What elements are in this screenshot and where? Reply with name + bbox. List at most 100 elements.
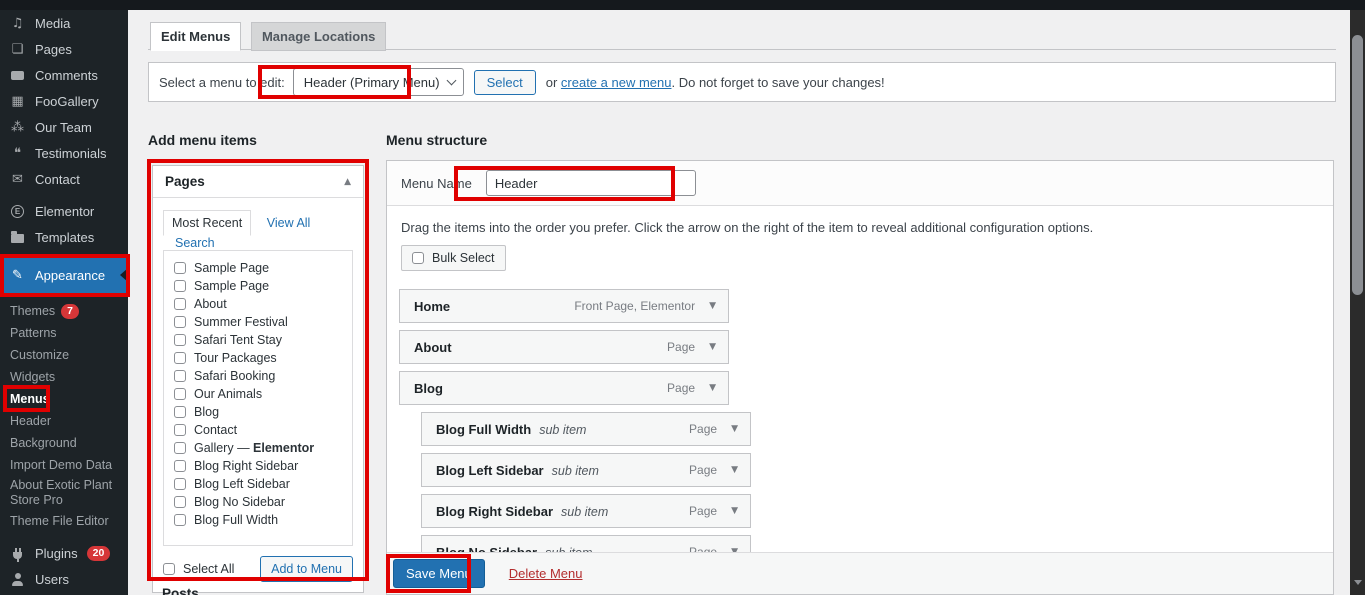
- page-checkbox-item[interactable]: Gallery — Elementor: [164, 439, 352, 457]
- menu-select-dropdown[interactable]: Header (Primary Menu): [293, 68, 464, 96]
- submenu-item-menus[interactable]: Menus: [0, 388, 128, 410]
- menu-item-row-about[interactable]: About Page▼: [399, 330, 729, 364]
- create-new-menu-link[interactable]: create a new menu: [561, 75, 672, 90]
- quote-icon: ❝: [9, 146, 26, 161]
- page-checkbox-item[interactable]: Blog No Sidebar: [164, 493, 352, 511]
- menu-name-input[interactable]: [486, 170, 696, 196]
- sidebar-item-appearance[interactable]: ✎ Appearance: [0, 256, 128, 294]
- select-button[interactable]: Select: [474, 70, 536, 95]
- chevron-down-icon[interactable]: ▼: [731, 424, 738, 434]
- submenu-item-widgets[interactable]: Widgets: [0, 366, 128, 388]
- checkbox[interactable]: [174, 280, 186, 292]
- comments-icon: [9, 71, 26, 80]
- save-menu-button[interactable]: Save Menu: [393, 559, 485, 588]
- item-type-label: Page: [689, 422, 717, 436]
- gallery-icon: ▦: [9, 94, 26, 109]
- sidebar-item-foogallery[interactable]: ▦ FooGallery: [0, 88, 128, 114]
- collapse-arrow-icon[interactable]: ▲: [344, 177, 351, 187]
- bulk-select-control[interactable]: Bulk Select: [401, 245, 506, 271]
- checkbox[interactable]: [174, 442, 186, 454]
- sidebar-item-label: Pages: [35, 42, 72, 57]
- checkbox[interactable]: [174, 496, 186, 508]
- checkbox[interactable]: [174, 388, 186, 400]
- scrollbar-thumb[interactable]: [1352, 35, 1363, 295]
- delete-menu-link[interactable]: Delete Menu: [509, 566, 583, 581]
- submenu-item-background[interactable]: Background: [0, 432, 128, 454]
- submenu-item-patterns[interactable]: Patterns: [0, 322, 128, 344]
- checkbox[interactable]: [163, 563, 175, 575]
- submenu-item-import-demo-data[interactable]: Import Demo Data: [0, 454, 128, 476]
- pages-accordion-header[interactable]: Pages ▲: [153, 166, 363, 198]
- update-count-badge: 20: [87, 546, 111, 561]
- sidebar-item-comments[interactable]: Comments: [0, 62, 128, 88]
- chevron-down-icon[interactable]: ▼: [709, 342, 716, 352]
- sidebar-item-contact[interactable]: ✉ Contact: [0, 166, 128, 192]
- checkbox[interactable]: [174, 262, 186, 274]
- page-checkbox-item[interactable]: Safari Booking: [164, 367, 352, 385]
- tab-manage-locations[interactable]: Manage Locations: [251, 22, 386, 51]
- checkbox[interactable]: [174, 334, 186, 346]
- pages-panel-body: Most Recent View All Search Sample Page …: [153, 210, 363, 592]
- checkbox[interactable]: [174, 460, 186, 472]
- sidebar-item-label: FooGallery: [35, 94, 99, 109]
- sidebar-item-users[interactable]: Users: [0, 566, 128, 592]
- checkbox[interactable]: [174, 514, 186, 526]
- menu-item-row-blog-right-sidebar[interactable]: Blog Right Sidebarsub item Page▼: [421, 494, 751, 528]
- menu-item-row-home[interactable]: Home Front Page, Elementor▼: [399, 289, 729, 323]
- checkbox[interactable]: [412, 252, 424, 264]
- page-checkbox-item[interactable]: Contact: [164, 421, 352, 439]
- sidebar-item-pages[interactable]: ❏ Pages: [0, 36, 128, 62]
- tab-edit-menus[interactable]: Edit Menus: [150, 22, 241, 51]
- checkbox[interactable]: [174, 370, 186, 382]
- checkbox[interactable]: [174, 298, 186, 310]
- page-checkbox-item[interactable]: Our Animals: [164, 385, 352, 403]
- page-checkbox-item[interactable]: Summer Festival: [164, 313, 352, 331]
- sidebar-item-media[interactable]: ♫ Media: [0, 10, 128, 36]
- sidebar-item-testimonials[interactable]: ❝ Testimonials: [0, 140, 128, 166]
- page-checkbox-item[interactable]: Blog Full Width: [164, 511, 352, 529]
- chevron-down-icon[interactable]: ▼: [731, 506, 738, 516]
- media-icon: ♫: [9, 16, 26, 31]
- chevron-down-icon[interactable]: ▼: [709, 301, 716, 311]
- chevron-down-icon: [446, 75, 456, 85]
- sidebar-item-templates[interactable]: Templates: [0, 224, 128, 250]
- menu-item-row-blog-full-width[interactable]: Blog Full Widthsub item Page▼: [421, 412, 751, 446]
- page-checkbox-item[interactable]: Sample Page: [164, 259, 352, 277]
- tab-most-recent[interactable]: Most Recent: [163, 210, 251, 236]
- page-checkbox-item[interactable]: Blog Left Sidebar: [164, 475, 352, 493]
- submenu-item-themes[interactable]: Themes7: [0, 300, 128, 322]
- checkbox[interactable]: [174, 406, 186, 418]
- page-checkbox-item[interactable]: About: [164, 295, 352, 313]
- chevron-down-icon[interactable]: ▼: [709, 383, 716, 393]
- page-checkbox-item[interactable]: Safari Tent Stay: [164, 331, 352, 349]
- checkbox[interactable]: [174, 352, 186, 364]
- scrollbar-track[interactable]: [1350, 10, 1365, 595]
- submenu-item-header[interactable]: Header: [0, 410, 128, 432]
- appearance-submenu: Themes7 Patterns Customize Widgets Menus…: [0, 294, 128, 540]
- checkbox[interactable]: [174, 424, 186, 436]
- page-checkbox-list: Sample Page Sample Page About Summer Fes…: [163, 250, 353, 546]
- submenu-item-about-theme[interactable]: About Exotic Plant Store Pro: [0, 476, 118, 510]
- menu-item-row-blog-left-sidebar[interactable]: Blog Left Sidebarsub item Page▼: [421, 453, 751, 487]
- submenu-item-customize[interactable]: Customize: [0, 344, 128, 366]
- scrollbar-down-arrow-icon[interactable]: [1354, 580, 1362, 589]
- chevron-down-icon[interactable]: ▼: [731, 465, 738, 475]
- checkbox[interactable]: [174, 478, 186, 490]
- checkbox[interactable]: [174, 316, 186, 328]
- sidebar-item-label: Contact: [35, 172, 80, 187]
- page-checkbox-item[interactable]: Blog Right Sidebar: [164, 457, 352, 475]
- select-all-control[interactable]: Select All: [163, 562, 234, 576]
- page-checkbox-item[interactable]: Sample Page: [164, 277, 352, 295]
- submenu-item-theme-file-editor[interactable]: Theme File Editor: [0, 510, 128, 532]
- tab-search[interactable]: Search: [175, 236, 215, 250]
- menu-item-row-blog[interactable]: Blog Page▼: [399, 371, 729, 405]
- sidebar-item-elementor[interactable]: Elementor: [0, 198, 128, 224]
- page-checkbox-item[interactable]: Blog: [164, 403, 352, 421]
- sidebar-item-our-team[interactable]: ⁂ Our Team: [0, 114, 128, 140]
- page-checkbox-item[interactable]: Tour Packages: [164, 349, 352, 367]
- add-to-menu-button[interactable]: Add to Menu: [260, 556, 353, 582]
- posts-panel-title[interactable]: Posts: [162, 586, 199, 595]
- sidebar-item-plugins[interactable]: Plugins 20: [0, 540, 128, 566]
- pages-icon: ❏: [9, 42, 26, 57]
- tab-view-all[interactable]: View All: [267, 216, 311, 230]
